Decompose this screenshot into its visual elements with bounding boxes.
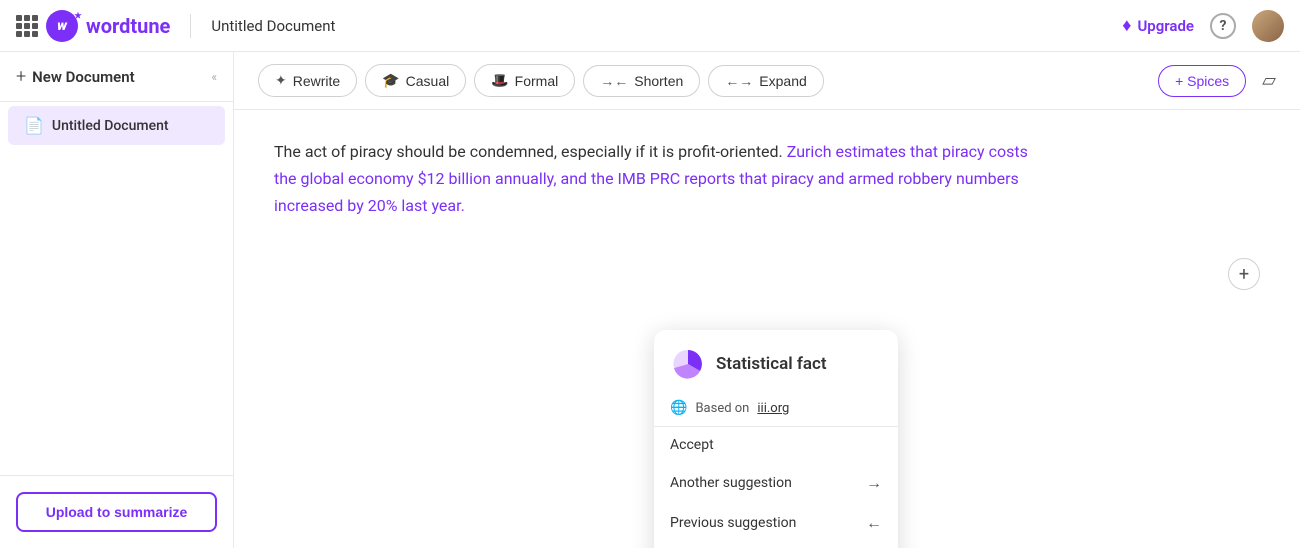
- source-link[interactable]: iii.org: [757, 401, 789, 416]
- another-suggestion-item[interactable]: Another suggestion →: [654, 463, 898, 503]
- document-item-name: Untitled Document: [52, 118, 169, 134]
- spices-button[interactable]: + Spices: [1158, 65, 1246, 97]
- editor-area: The act of piracy should be condemned, e…: [234, 110, 1300, 548]
- avatar-image: [1252, 10, 1284, 42]
- rewrite-label: Rewrite: [293, 73, 340, 89]
- accept-item[interactable]: Accept: [654, 427, 898, 463]
- statistical-fact-icon: [670, 346, 706, 382]
- user-avatar[interactable]: [1252, 10, 1284, 42]
- upgrade-label: Upgrade: [1137, 17, 1194, 35]
- arrow-right-icon: →: [866, 473, 882, 493]
- previous-suggestion-label: Previous suggestion: [670, 515, 796, 531]
- shorten-label: Shorten: [634, 73, 683, 89]
- formal-icon: 🎩: [491, 72, 508, 89]
- nav-divider: [190, 14, 191, 38]
- rewrite-icon: ✦: [275, 72, 287, 89]
- help-icon-label: ?: [1220, 18, 1227, 34]
- previous-suggestion-item[interactable]: Previous suggestion ←: [654, 503, 898, 543]
- document-item-untitled[interactable]: 📄 Untitled Document: [8, 106, 225, 145]
- shorten-icon: →←: [600, 73, 628, 89]
- casual-label: Casual: [406, 73, 450, 89]
- sidebar-header: + New Document «: [0, 52, 233, 102]
- accept-label: Accept: [670, 437, 714, 453]
- text-normal-part: The act of piracy should be condemned, e…: [274, 142, 787, 161]
- grid-menu-icon[interactable]: [16, 15, 38, 37]
- expand-label: Expand: [759, 73, 806, 89]
- popup-header: Statistical fact: [654, 330, 898, 392]
- nav-doc-title: Untitled Document: [211, 17, 335, 35]
- nav-right: ♦ Upgrade ?: [1122, 10, 1284, 42]
- source-label: Based on: [695, 401, 749, 416]
- casual-button[interactable]: 🎓 Casual: [365, 64, 466, 97]
- upload-to-summarize-button[interactable]: Upload to summarize: [16, 492, 217, 532]
- back-to-list-item[interactable]: Back to list: [654, 543, 898, 548]
- main-layout: + New Document « 📄 Untitled Document Upl…: [0, 52, 1300, 548]
- arrow-left-icon: ←: [866, 513, 882, 533]
- add-content-button[interactable]: +: [1228, 258, 1260, 290]
- sidebar-collapse-button[interactable]: «: [211, 70, 217, 84]
- formal-label: Formal: [515, 73, 559, 89]
- logo[interactable]: w wordtune: [46, 10, 170, 42]
- panel-toggle-icon[interactable]: ▱: [1262, 70, 1276, 91]
- sidebar-footer: Upload to summarize: [0, 475, 233, 548]
- chevron-left-icon: «: [211, 70, 217, 84]
- expand-icon: ←→: [725, 73, 753, 89]
- popup-source: 🌐 Based on iii.org: [654, 392, 898, 427]
- rewrite-button[interactable]: ✦ Rewrite: [258, 64, 357, 97]
- new-document-button[interactable]: + New Document: [16, 66, 135, 87]
- editor-content[interactable]: The act of piracy should be condemned, e…: [274, 138, 1054, 220]
- shorten-button[interactable]: →← Shorten: [583, 65, 700, 97]
- top-navigation: w wordtune Untitled Document ♦ Upgrade ?: [0, 0, 1300, 52]
- casual-icon: 🎓: [382, 72, 399, 89]
- diamond-icon: ♦: [1122, 15, 1131, 36]
- sidebar: + New Document « 📄 Untitled Document Upl…: [0, 52, 234, 548]
- wordtune-brand: wordtune: [86, 14, 170, 38]
- expand-button[interactable]: ←→ Expand: [708, 65, 823, 97]
- another-suggestion-label: Another suggestion: [670, 475, 792, 491]
- nav-left: w wordtune Untitled Document: [16, 10, 335, 42]
- formal-button[interactable]: 🎩 Formal: [474, 64, 575, 97]
- logo-circle: w: [46, 10, 78, 42]
- suggestion-popup: Statistical fact 🌐 Based on iii.org Acce…: [654, 330, 898, 548]
- spices-label: + Spices: [1175, 73, 1229, 89]
- toolbar: ✦ Rewrite 🎓 Casual 🎩 Formal →← Shorten ←…: [234, 52, 1300, 110]
- upgrade-button[interactable]: ♦ Upgrade: [1122, 15, 1194, 36]
- content-area: ✦ Rewrite 🎓 Casual 🎩 Formal →← Shorten ←…: [234, 52, 1300, 548]
- popup-title: Statistical fact: [716, 354, 827, 374]
- add-icon: +: [1239, 264, 1249, 285]
- new-document-label: New Document: [32, 68, 134, 86]
- document-icon: 📄: [24, 116, 44, 135]
- help-button[interactable]: ?: [1210, 13, 1236, 39]
- plus-icon: +: [16, 66, 26, 87]
- globe-icon: 🌐: [670, 400, 687, 416]
